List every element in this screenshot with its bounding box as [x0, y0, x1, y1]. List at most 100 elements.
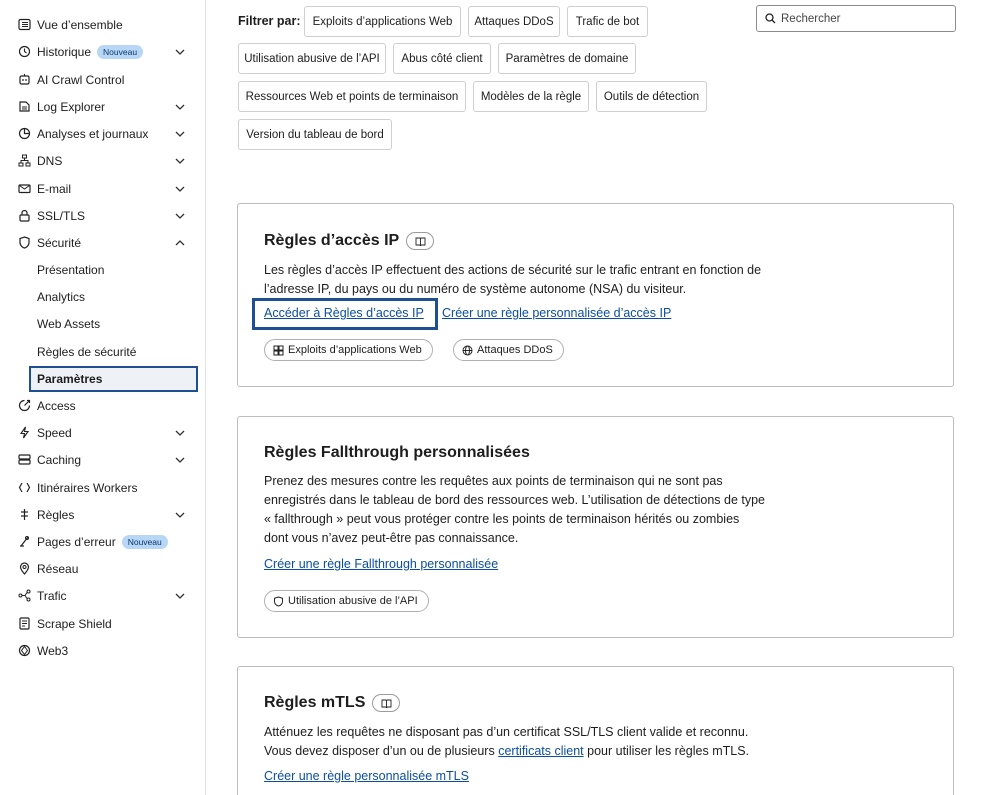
sidebar-item-label: Historique	[37, 44, 92, 59]
chevron-up-icon[interactable]	[174, 237, 186, 249]
history-icon	[18, 45, 31, 58]
sidebar-item-web3[interactable]: Web3	[0, 637, 206, 664]
sidebar-subitem-settings[interactable]: Paramètres	[29, 366, 198, 392]
new-badge: Nouveau	[121, 534, 168, 549]
dns-icon	[18, 154, 31, 167]
sidebar-subitem-presentation[interactable]: Présentation	[29, 257, 198, 283]
email-icon	[18, 182, 31, 195]
client-certificates-link[interactable]: certificats client	[498, 744, 583, 758]
filter-chip-detection-tools[interactable]: Outils de détection	[596, 81, 707, 112]
desc-line: Prenez des mesures contre les requêtes a…	[264, 474, 723, 488]
sidebar-item-traffic[interactable]: Trafic	[0, 582, 206, 609]
documentation-button[interactable]	[372, 694, 401, 712]
filter-chip-web-resources[interactable]: Ressources Web et points de terminaison	[238, 81, 466, 112]
filter-chip-ddos-attacks[interactable]: Attaques DDoS	[468, 6, 560, 37]
sidebar-item-speed[interactable]: Speed	[0, 419, 206, 446]
sidebar-item-workers-routes[interactable]: Itinéraires Workers	[0, 474, 206, 501]
desc-line: Les règles d’accès IP effectuent des act…	[264, 263, 762, 277]
traffic-icon	[18, 589, 31, 602]
search-input[interactable]	[781, 12, 951, 25]
sidebar-item-error-pages[interactable]: Pages d’erreur Nouveau	[0, 528, 206, 555]
network-icon	[18, 562, 31, 575]
chevron-down-icon[interactable]	[174, 590, 186, 602]
sidebar-item-label: Sécurité	[37, 235, 82, 250]
tag-label: Utilisation abusive de l’API	[288, 595, 418, 607]
sidebar-item-network[interactable]: Réseau	[0, 555, 206, 582]
filter-chip-api-abuse[interactable]: Utilisation abusive de l’API	[238, 43, 386, 74]
documentation-button[interactable]	[406, 232, 435, 250]
sidebar-item-ai-crawl-control[interactable]: AI Crawl Control	[0, 66, 206, 93]
sidebar-item-security[interactable]: Sécurité	[0, 229, 206, 256]
sidebar-item-dns[interactable]: DNS	[0, 147, 206, 174]
filter-chip-domain-settings[interactable]: Paramètres de domaine	[498, 43, 636, 74]
sidebar-item-rules[interactable]: Règles	[0, 501, 206, 528]
card-title: Règles d’accès IP	[264, 232, 435, 250]
sidebar-item-label: Itinéraires Workers	[37, 480, 138, 495]
log-explorer-icon	[18, 100, 31, 113]
shield-icon	[274, 595, 283, 607]
filter-label: Filtrer par:	[238, 14, 301, 28]
sidebar-item-email[interactable]: E-mail	[0, 175, 206, 202]
sidebar-item-log-explorer[interactable]: Log Explorer	[0, 93, 206, 120]
chevron-down-icon[interactable]	[174, 155, 186, 167]
analytics-icon	[18, 127, 31, 140]
chevron-down-icon[interactable]	[174, 210, 186, 222]
grid-icon	[273, 345, 284, 355]
sidebar-item-overview[interactable]: Vue d’ensemble	[0, 11, 206, 38]
globe-icon	[462, 345, 473, 355]
tag-web-app-exploits[interactable]: Exploits d’applications Web	[264, 339, 433, 361]
create-ip-access-rule-link[interactable]: Créer une règle personnalisée d’accès IP	[442, 306, 671, 320]
filter-chip-bot-traffic[interactable]: Trafic de bot	[567, 6, 648, 37]
tag-ddos-attacks[interactable]: Attaques DDoS	[453, 339, 564, 361]
sidebar-item-history[interactable]: Historique Nouveau	[0, 38, 206, 65]
sidebar-subitem-analytics[interactable]: Analytics	[29, 284, 198, 310]
sidebar-item-label: Web3	[37, 643, 69, 658]
desc-line: l’adresse IP, du pays ou du numéro de sy…	[264, 282, 687, 296]
book-icon	[415, 237, 426, 246]
sidebar-item-caching[interactable]: Caching	[0, 446, 206, 473]
ai-crawl-icon	[18, 73, 31, 86]
sidebar-item-label: Vue d’ensemble	[37, 17, 123, 32]
filter-chip-dashboard-version[interactable]: Version du tableau de bord	[238, 119, 392, 150]
tag-api-abuse[interactable]: Utilisation abusive de l’API	[264, 590, 429, 612]
go-to-ip-access-rules-link[interactable]: Accéder à Règles d’accès IP	[264, 306, 424, 320]
sidebar-subitem-security-rules[interactable]: Règles de sécurité	[29, 339, 198, 365]
workers-icon	[18, 481, 31, 494]
shield-icon	[18, 236, 31, 249]
filter-chip-web-app-exploits[interactable]: Exploits d’applications Web	[304, 6, 461, 37]
chevron-down-icon[interactable]	[174, 454, 186, 466]
card-title: Règles Fallthrough personnalisées	[264, 444, 530, 462]
fallthrough-rules-card: Règles Fallthrough personnalisées Prenez…	[237, 416, 954, 638]
filter-chip-client-side-abuse[interactable]: Abus côté client	[393, 43, 491, 74]
card-title-text: Règles d’accès IP	[264, 232, 400, 249]
filter-chip-rule-templates[interactable]: Modèles de la règle	[473, 81, 589, 112]
sidebar-item-label: Analyses et journaux	[37, 126, 149, 141]
chevron-down-icon[interactable]	[174, 509, 186, 521]
sidebar-item-label: E-mail	[37, 181, 72, 196]
sidebar-item-label: Règles	[37, 507, 75, 522]
desc-line: Atténuez les requêtes ne disposant pas d…	[264, 725, 749, 739]
create-fallthrough-rule-link[interactable]: Créer une règle Fallthrough personnalisé…	[264, 557, 498, 571]
chevron-down-icon[interactable]	[174, 128, 186, 140]
sidebar-item-label: Caching	[37, 452, 82, 467]
lock-icon	[18, 209, 31, 222]
sidebar-item-analytics-logs[interactable]: Analyses et journaux	[0, 120, 206, 147]
chevron-down-icon[interactable]	[174, 101, 186, 113]
desc-text: Vous devez disposer d’un ou de plusieurs	[264, 744, 495, 758]
sidebar-subitem-web-assets[interactable]: Web Assets	[29, 311, 198, 337]
chevron-down-icon[interactable]	[174, 427, 186, 439]
caching-icon	[18, 453, 31, 466]
card-title-text: Règles mTLS	[264, 694, 366, 711]
chevron-down-icon[interactable]	[174, 46, 186, 58]
mtls-rules-card: Règles mTLS Atténuez les requêtes ne dis…	[237, 666, 954, 795]
sidebar-item-access[interactable]: Access	[0, 392, 206, 419]
list-icon	[18, 18, 31, 31]
create-mtls-rule-link[interactable]: Créer une règle personnalisée mTLS	[264, 769, 469, 783]
card-title: Règles mTLS	[264, 694, 401, 712]
sidebar-item-ssl-tls[interactable]: SSL/TLS	[0, 202, 206, 229]
search-box	[756, 5, 956, 32]
sidebar-item-scrape-shield[interactable]: Scrape Shield	[0, 610, 206, 637]
chevron-down-icon[interactable]	[174, 183, 186, 195]
desc-line: enregistrés dans le tableau de bord des …	[264, 493, 766, 507]
card-description: Prenez des mesures contre les requêtes a…	[264, 472, 804, 548]
